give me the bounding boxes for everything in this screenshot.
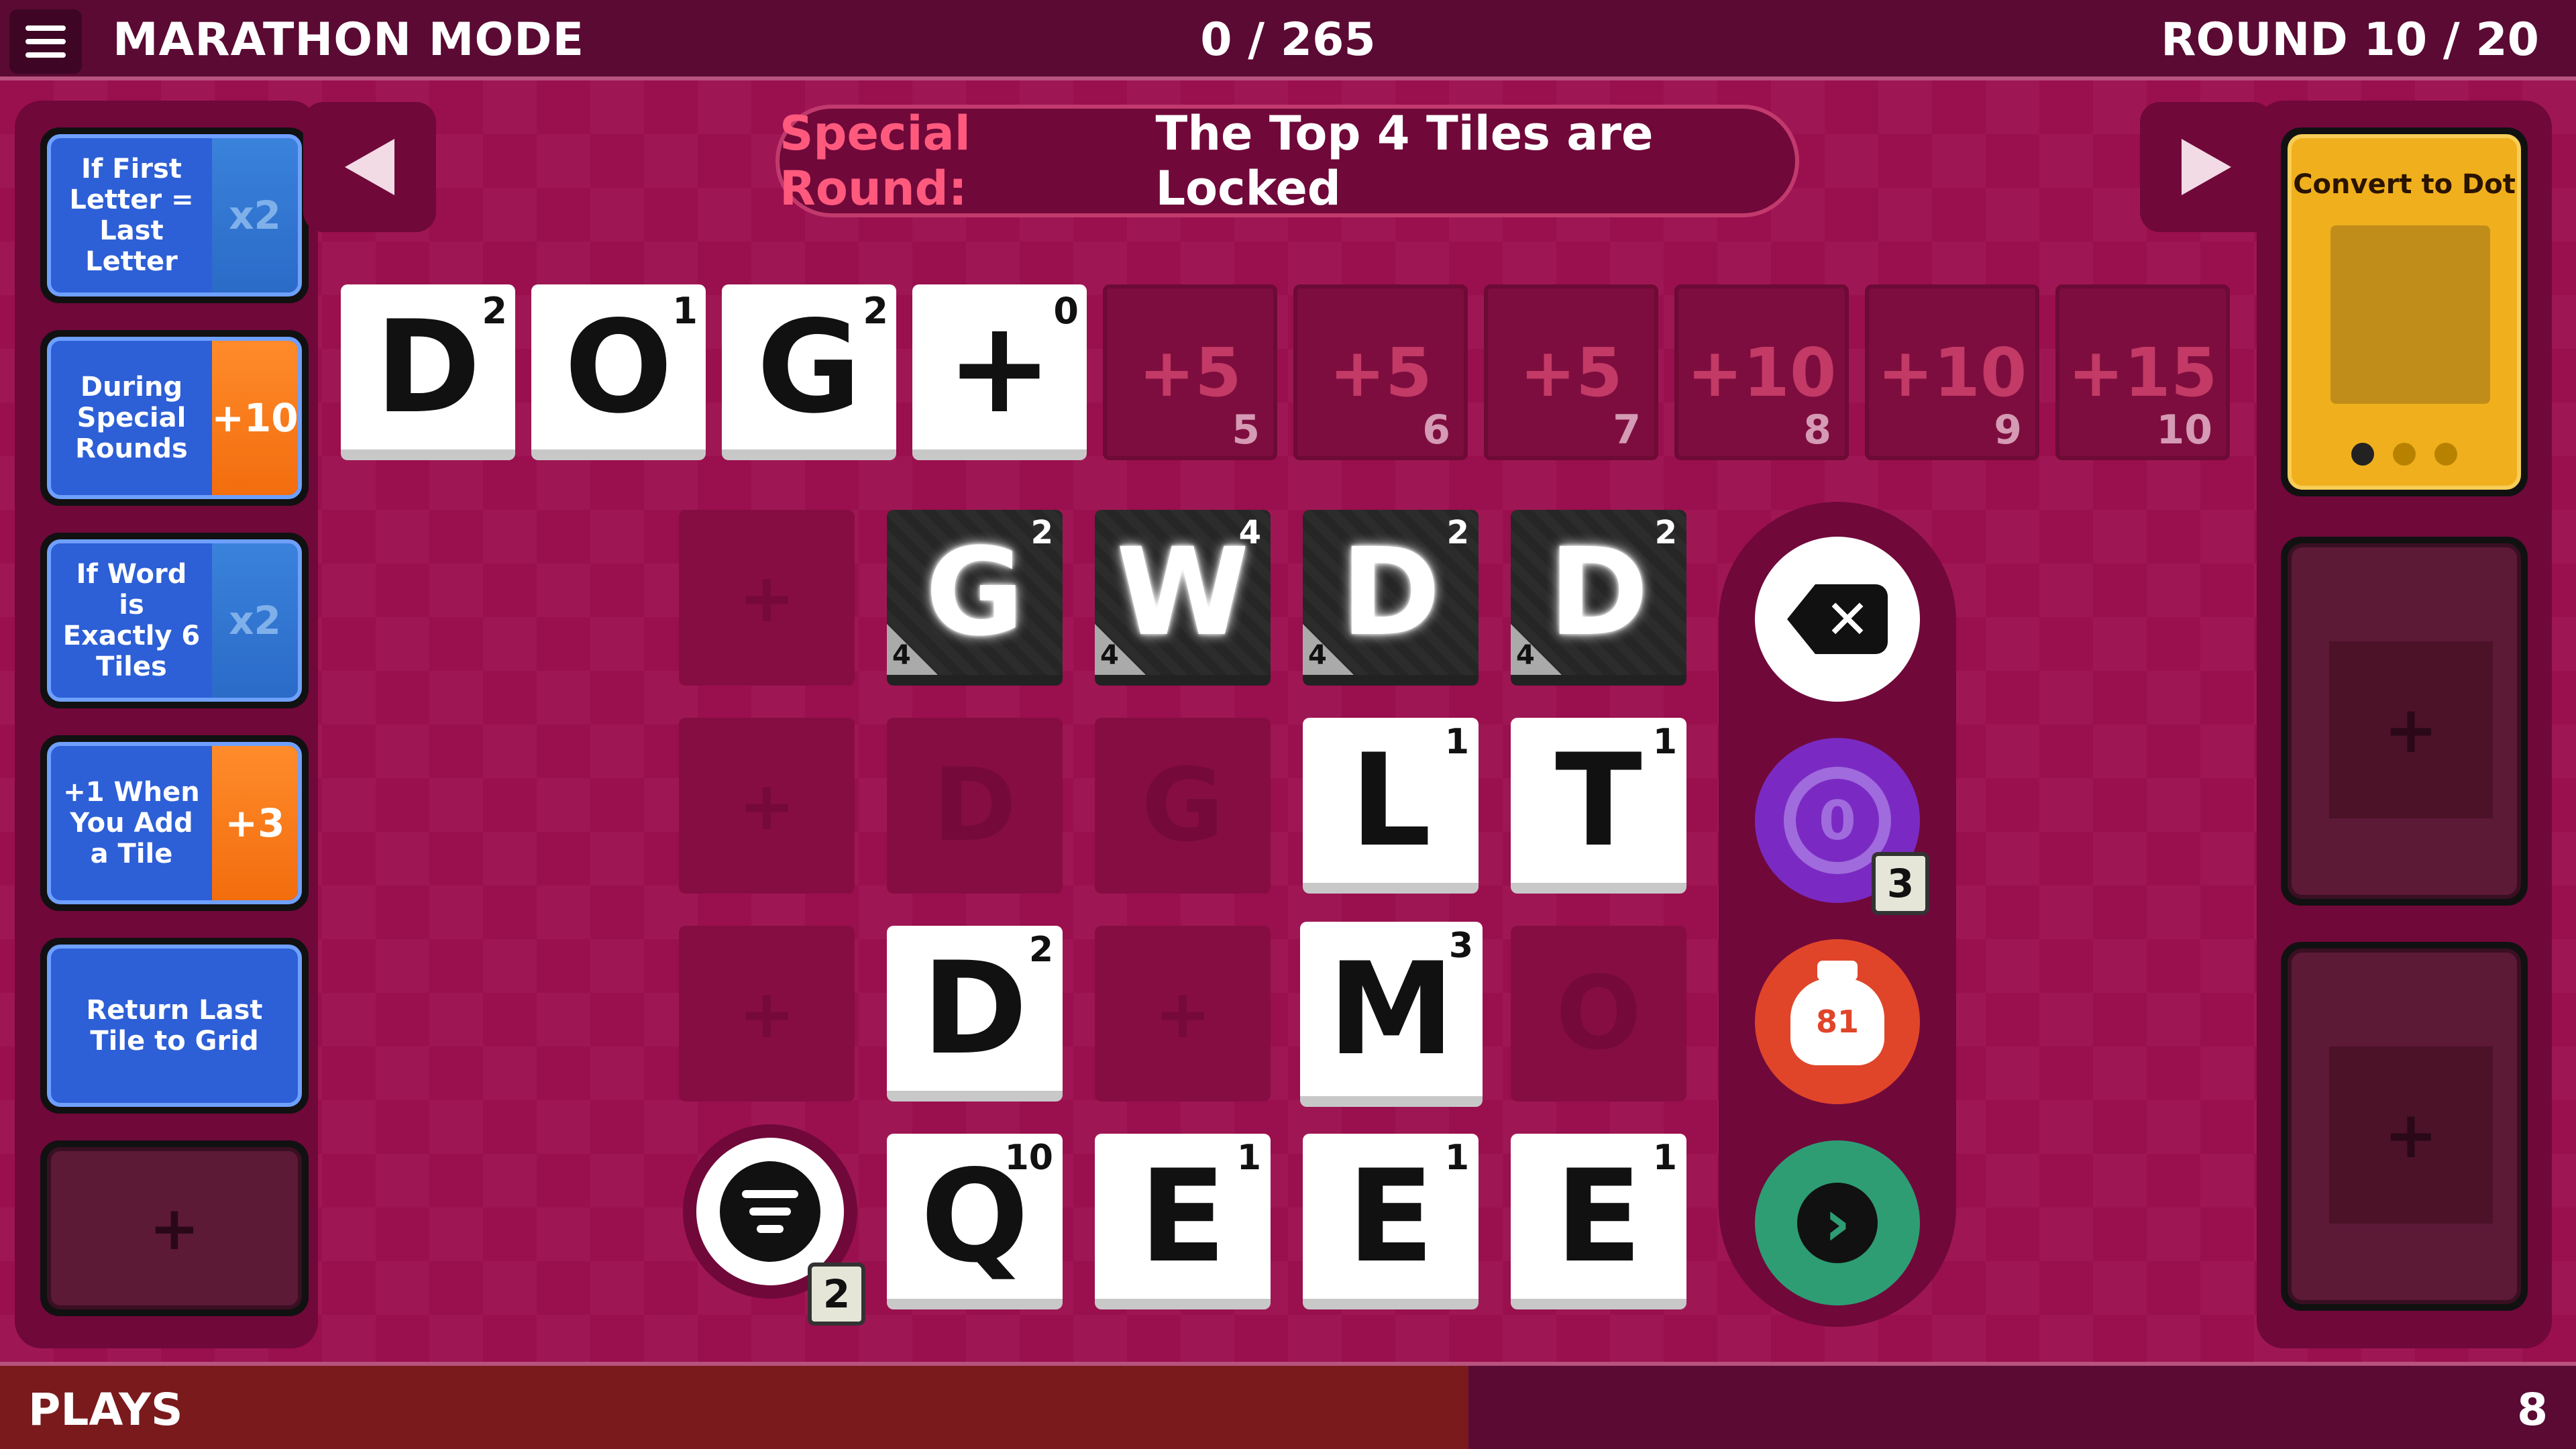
joker-bonus: +10	[211, 341, 298, 495]
word-tile[interactable]: +0	[912, 284, 1087, 460]
consumable-card[interactable]: Convert to Dot	[2281, 127, 2528, 496]
bonus-slot: +10 9	[1865, 284, 2039, 460]
submit-button[interactable]: ›	[1755, 1140, 1920, 1305]
letter-tile[interactable]: D2	[887, 926, 1063, 1102]
page-dot[interactable]	[2434, 443, 2457, 466]
joker-card[interactable]: During Special Rounds +10	[40, 330, 309, 506]
bonus-slot: +5 7	[1484, 284, 1658, 460]
joker-panel: If First Letter = Last Letter x2 During …	[15, 101, 318, 1348]
letter-tile[interactable]: T1	[1511, 718, 1686, 894]
used-tile-slot: D	[887, 718, 1063, 894]
plus-icon: +	[2329, 641, 2493, 818]
top-bar: MARATHON MODE 0 / 265 ROUND 10 / 20	[0, 0, 2576, 80]
special-round-banner: Special Round: The Top 4 Tiles are Locke…	[775, 105, 1799, 217]
locked-tile[interactable]: G2 4	[887, 510, 1063, 686]
page-dot[interactable]	[2393, 443, 2416, 466]
arrow-right-icon	[2182, 139, 2231, 195]
card-image	[2330, 225, 2490, 404]
bonus-slot: +5 6	[1293, 284, 1468, 460]
letter-tile[interactable]: Q 10	[887, 1134, 1063, 1309]
sort-icon	[720, 1161, 820, 1262]
plus-icon: +	[47, 1147, 302, 1309]
banner-text: The Top 4 Tiles are Locked	[1155, 106, 1654, 216]
word-tile[interactable]: D2	[341, 284, 515, 460]
banner-label: Special Round:	[780, 106, 971, 216]
word-tile[interactable]: O1	[531, 284, 706, 460]
letter-tile[interactable]: M3	[1300, 922, 1483, 1107]
card-title: Convert to Dot	[2293, 169, 2516, 200]
hamburger-icon	[25, 25, 66, 31]
card-pager	[2292, 443, 2517, 466]
joker-bonus: x2	[212, 543, 298, 698]
previous-button[interactable]	[303, 102, 436, 232]
joker-card[interactable]: Return Last Tile to Grid	[40, 938, 309, 1114]
mode-title: MARATHON MODE	[113, 13, 585, 66]
empty-grid-cell[interactable]: +	[679, 510, 855, 686]
consumable-panel: Convert to Dot + +	[2257, 101, 2552, 1348]
arrow-left-icon	[345, 139, 394, 195]
joker-text: Return Last Tile to Grid	[86, 995, 263, 1057]
locked-tile[interactable]: D2 4	[1511, 510, 1686, 686]
joker-card[interactable]: If First Letter = Last Letter x2	[40, 127, 309, 303]
letter-tile[interactable]: L1	[1303, 718, 1479, 894]
page-dot-active[interactable]	[2351, 443, 2374, 466]
chevron-right-icon: ›	[1797, 1183, 1878, 1263]
locked-tile[interactable]: W4 4	[1095, 510, 1271, 686]
sort-count-badge: 2	[808, 1263, 865, 1326]
joker-text: During Special Rounds	[75, 372, 188, 464]
plays-count: 8	[2517, 1384, 2548, 1436]
letter-tile[interactable]: E1	[1303, 1134, 1479, 1309]
joker-text: If Word is Exactly 6 Tiles	[62, 559, 201, 682]
empty-grid-cell[interactable]: +	[679, 718, 855, 894]
empty-grid-cell[interactable]: +	[1095, 926, 1271, 1102]
empty-grid-cell[interactable]: +	[679, 926, 855, 1102]
bonus-slot: +10 8	[1674, 284, 1849, 460]
redraw-count-badge: 3	[1872, 852, 1929, 915]
empty-joker-slot[interactable]: +	[40, 1140, 309, 1316]
next-button[interactable]	[2140, 102, 2273, 232]
word-row: D2 O1 G2 +0 +5 5 +5 6 +5 7 +10 8 +10 9 +15 10	[341, 284, 2230, 460]
word-tile[interactable]: G2	[722, 284, 896, 460]
locked-tile[interactable]: D2 4	[1303, 510, 1479, 686]
joker-card[interactable]: +1 When You Add a Tile +3	[40, 735, 309, 911]
empty-card-slot[interactable]: +	[2281, 537, 2528, 906]
joker-text: If First Letter = Last Letter	[69, 154, 194, 277]
delete-button[interactable]: ✕	[1755, 537, 1920, 702]
joker-bonus: x2	[212, 138, 298, 292]
joker-bonus: +3	[212, 746, 298, 900]
round-display: ROUND 10 / 20	[2161, 13, 2539, 66]
score-display: 0 / 265	[1200, 13, 1376, 66]
plus-icon: +	[2329, 1046, 2493, 1224]
bag-icon: 81	[1790, 961, 1884, 1065]
letter-tile[interactable]: E1	[1511, 1134, 1686, 1309]
joker-text: +1 When You Add a Tile	[63, 777, 200, 869]
bonus-slot: +5 5	[1103, 284, 1277, 460]
bonus-slot: +15 10	[2055, 284, 2230, 460]
empty-card-slot[interactable]: +	[2281, 942, 2528, 1311]
plays-progress-fill	[0, 1366, 1468, 1449]
letter-tile[interactable]: E1	[1095, 1134, 1271, 1309]
backspace-icon: ✕	[1787, 584, 1888, 654]
used-tile-slot: G	[1095, 718, 1271, 894]
joker-card[interactable]: If Word is Exactly 6 Tiles x2	[40, 533, 309, 708]
plays-label: PLAYS	[28, 1384, 183, 1436]
plays-bar: PLAYS 8	[0, 1362, 2576, 1449]
used-tile-slot: O	[1511, 926, 1686, 1102]
tile-bag-button[interactable]: 81	[1755, 939, 1920, 1104]
menu-button[interactable]	[9, 9, 82, 74]
